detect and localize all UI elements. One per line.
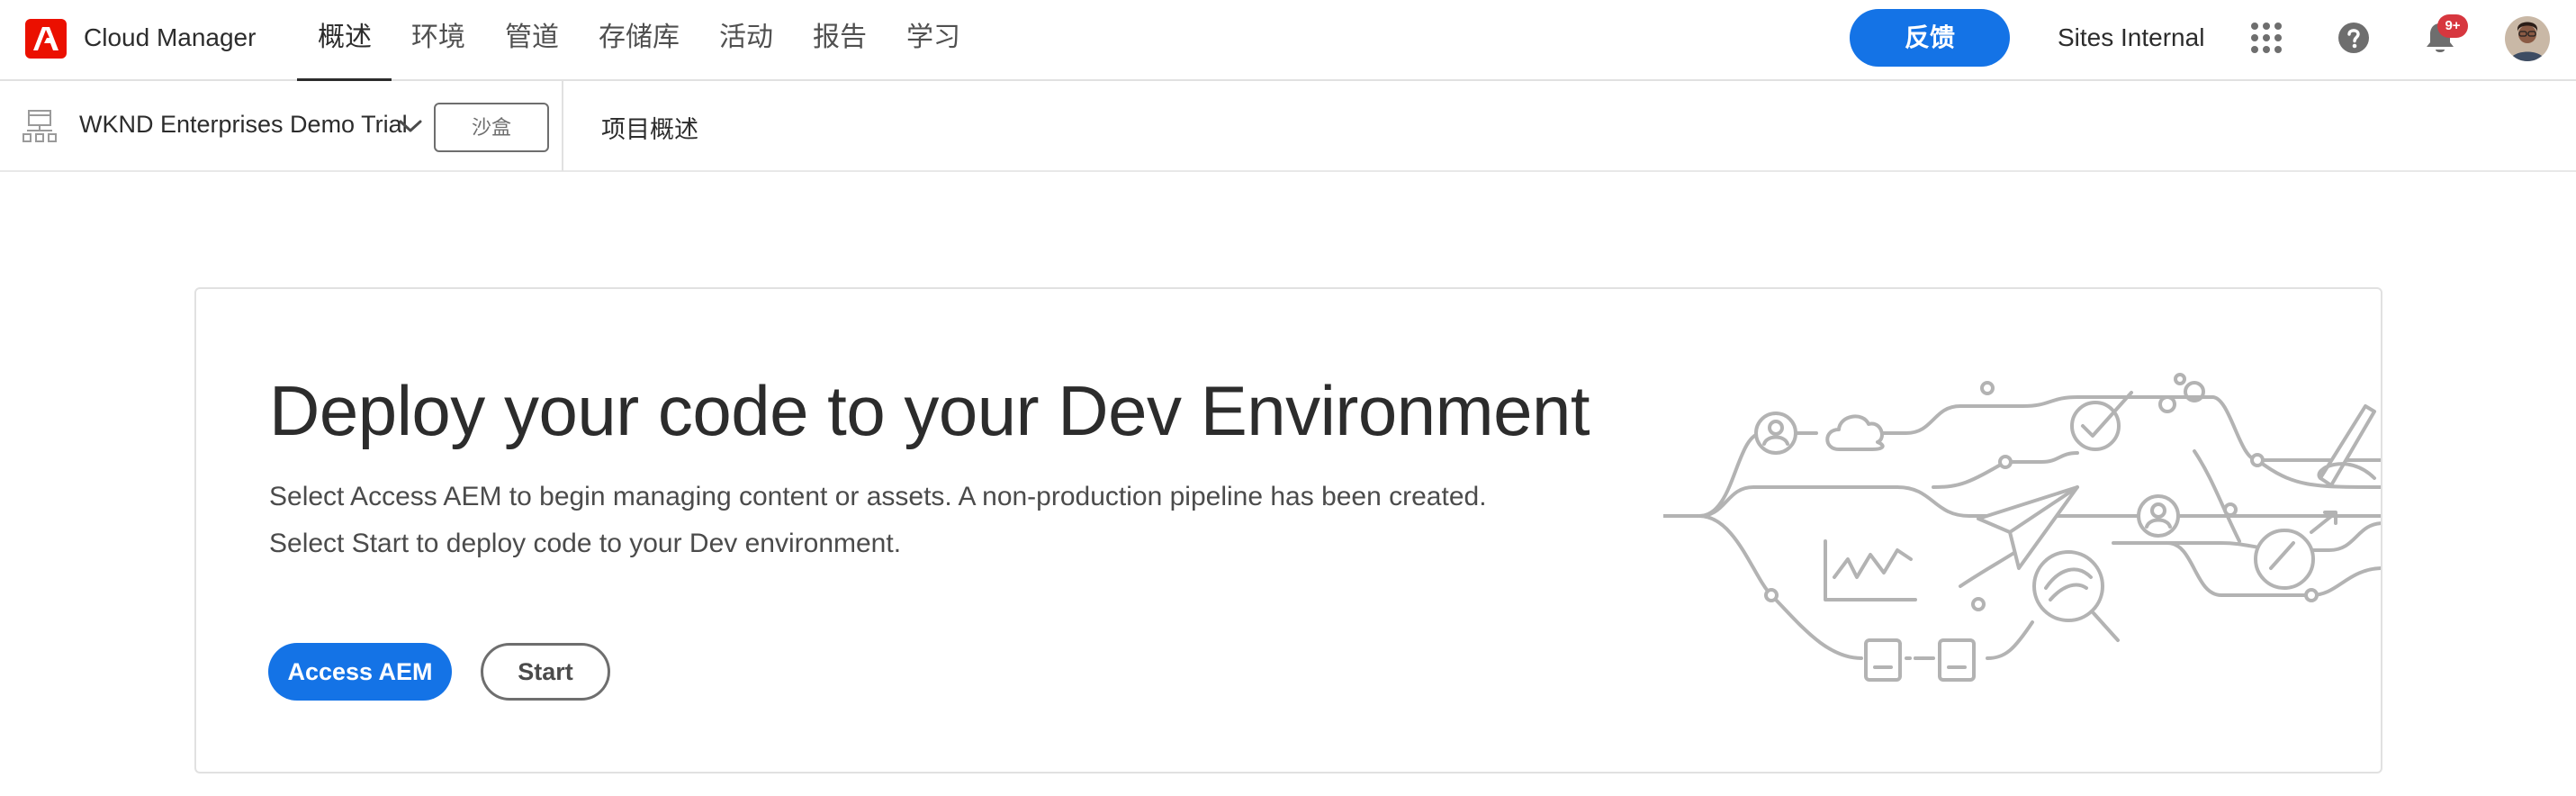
tab-learn[interactable]: 学习 xyxy=(887,0,980,81)
sandbox-tag: 沙盒 xyxy=(434,103,549,152)
page-title: 项目概述 xyxy=(601,116,698,143)
start-button[interactable]: Start xyxy=(481,643,610,701)
program-bar: WKND Enterprises Demo Trial 沙盒 项目概述 xyxy=(0,81,2576,172)
top-navigation-bar: Cloud Manager 概述 环境 管道 存储库 活动 报告 学习 反馈 S… xyxy=(0,0,2576,82)
avatar[interactable] xyxy=(2505,16,2550,61)
help-icon[interactable] xyxy=(2337,22,2370,54)
feedback-button[interactable]: 反馈 xyxy=(1850,9,2010,67)
app-switcher-grid-icon[interactable] xyxy=(2250,22,2283,54)
access-aem-button[interactable]: Access AEM xyxy=(268,643,452,701)
hero-description: Select Access AEM to begin managing cont… xyxy=(269,482,1487,558)
tab-pipelines[interactable]: 管道 xyxy=(485,0,579,81)
tab-environments[interactable]: 环境 xyxy=(392,0,485,81)
program-icon xyxy=(22,108,58,144)
notification-count-badge: 9+ xyxy=(2437,14,2468,38)
pipeline-illustration xyxy=(1662,352,2381,712)
hero-title: Deploy your code to your Dev Environment xyxy=(269,371,1590,450)
adobe-logo[interactable] xyxy=(25,19,67,59)
tab-overview[interactable]: 概述 xyxy=(297,0,392,82)
divider xyxy=(562,81,563,171)
tab-repositories[interactable]: 存储库 xyxy=(579,0,699,81)
hero-card: Deploy your code to your Dev Environment… xyxy=(194,287,2382,773)
tab-reports[interactable]: 报告 xyxy=(793,0,887,81)
chevron-down-icon[interactable] xyxy=(397,117,424,135)
program-selector[interactable]: WKND Enterprises Demo Trial xyxy=(79,111,408,139)
organization-switcher[interactable]: Sites Internal xyxy=(2058,23,2204,52)
main-tabs: 概述 环境 管道 存储库 活动 报告 学习 xyxy=(297,0,980,82)
tab-activity[interactable]: 活动 xyxy=(699,0,793,81)
app-title[interactable]: Cloud Manager xyxy=(84,23,256,52)
